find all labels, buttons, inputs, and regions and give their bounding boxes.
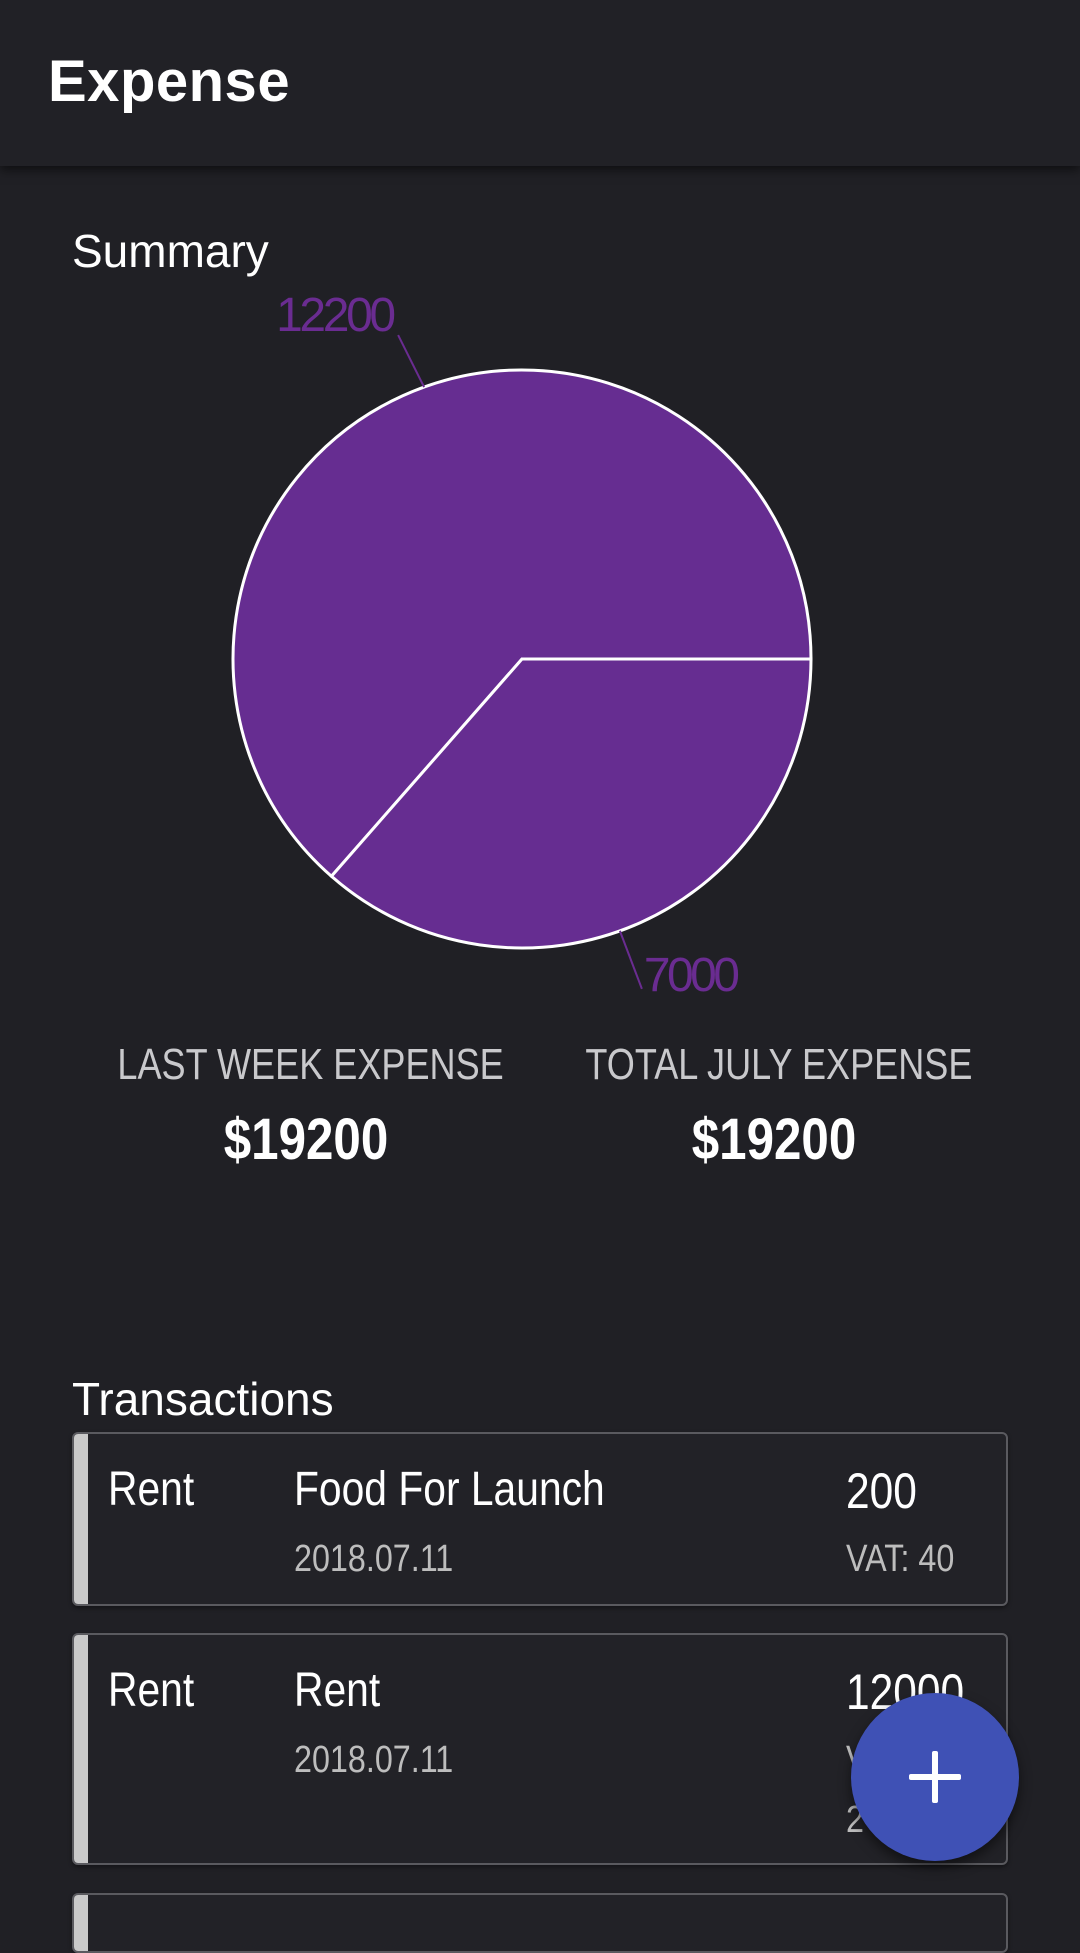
summary-heading: Summary xyxy=(72,225,269,277)
last-week-expense: LAST WEEK EXPENSE $19200 xyxy=(76,1040,536,1173)
month-expense-label: TOTAL JULY EXPENSE xyxy=(585,1040,973,1089)
app-title: Expense xyxy=(48,49,291,114)
add-transaction-button[interactable] xyxy=(851,1693,1019,1861)
plus-icon xyxy=(909,1751,961,1803)
last-week-expense-value: $19200 xyxy=(223,1107,389,1172)
transaction-category: Rent xyxy=(108,1463,195,1516)
transaction-card[interactable]: Rent Food For Launch 2018.07.11 200 VAT:… xyxy=(72,1432,1008,1606)
transaction-category: Rent xyxy=(108,1664,195,1717)
transaction-vat: VAT: 40 xyxy=(846,1538,955,1580)
pie-leader-line-1 xyxy=(618,930,643,990)
app-bar: Expense xyxy=(0,0,1080,166)
expense-pie-chart: 12200 7000 xyxy=(231,289,813,1002)
transaction-name: Rent xyxy=(294,1664,381,1717)
month-expense: TOTAL JULY EXPENSE $19200 xyxy=(544,1040,1004,1173)
transaction-name: Food For Launch xyxy=(294,1463,605,1516)
last-week-expense-label: LAST WEEK EXPENSE xyxy=(117,1040,504,1089)
transaction-date: 2018.07.11 xyxy=(294,1739,454,1781)
pie-label-0: 12200 xyxy=(276,289,396,342)
transactions-heading: Transactions xyxy=(72,1373,334,1425)
pie-leader-line-0 xyxy=(397,334,425,388)
transaction-date: 2018.07.11 xyxy=(294,1538,454,1580)
pie-label-1: 7000 xyxy=(644,949,740,1002)
month-expense-value: $19200 xyxy=(691,1107,857,1172)
transaction-amount: 200 xyxy=(846,1463,917,1519)
transaction-card[interactable] xyxy=(72,1893,1008,1953)
